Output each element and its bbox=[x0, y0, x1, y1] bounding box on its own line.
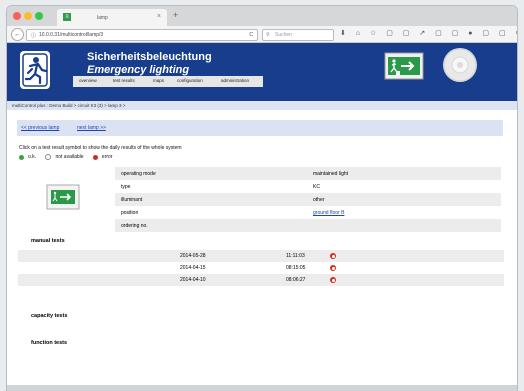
property-label: ordering no. bbox=[121, 223, 148, 229]
property-label: illuminant bbox=[121, 197, 143, 203]
legend-not-available-label: not available bbox=[55, 154, 84, 161]
property-value: maintained light bbox=[313, 171, 349, 177]
capacity-tests-heading: capacity tests bbox=[31, 313, 68, 319]
property-row: ordering no. bbox=[115, 219, 501, 232]
test-date: 2014-04-15 bbox=[180, 265, 206, 271]
page-subtitle: Emergency lighting bbox=[87, 64, 190, 76]
reload-button[interactable]: C bbox=[249, 32, 253, 38]
main-menu: overview test results maps configuration… bbox=[73, 76, 263, 87]
property-row: position ground floor B bbox=[115, 206, 501, 219]
table-row: 2014-05-28 11:11:03 bbox=[18, 250, 504, 262]
search-input[interactable]: ⚲ Suchen bbox=[262, 29, 334, 41]
search-placeholder: Suchen bbox=[275, 32, 292, 38]
legend-error: error bbox=[92, 154, 117, 161]
menu-item-overview[interactable]: overview bbox=[79, 78, 97, 83]
tab-close-icon[interactable]: × bbox=[157, 13, 161, 20]
property-label: position bbox=[121, 210, 139, 216]
tab-title: lamp bbox=[97, 15, 108, 21]
site-favicon-icon: ≡ bbox=[63, 13, 71, 21]
test-time: 08:15:05 bbox=[286, 265, 306, 271]
window-bottom-edge bbox=[7, 385, 517, 391]
property-row: type KC bbox=[115, 180, 501, 193]
info-icon: ⓘ bbox=[31, 33, 37, 39]
emergency-exit-logo-icon bbox=[20, 51, 50, 89]
property-row: operating mode maintained light bbox=[115, 167, 501, 180]
menu-item-administration[interactable]: administration bbox=[221, 78, 249, 83]
position-link[interactable]: ground floor B bbox=[313, 210, 344, 216]
ok-icon bbox=[19, 154, 24, 160]
lamp-properties-table: operating mode maintained light type KC … bbox=[115, 167, 501, 232]
menu-item-maps[interactable]: maps bbox=[153, 78, 164, 83]
tab-strip: ≡ lamp × + bbox=[7, 6, 517, 26]
instruction-text: Click on a test result symbol to show th… bbox=[19, 145, 182, 151]
legend-not-available: not available bbox=[45, 154, 88, 160]
url-field[interactable]: ⓘ 10.0.0.31/multicontrol/lamp/3 C bbox=[26, 29, 258, 41]
function-tests-heading: function tests bbox=[31, 340, 68, 346]
exit-sign-lamp-icon bbox=[384, 52, 424, 80]
property-value: KC bbox=[313, 184, 320, 190]
menu-item-configuration[interactable]: configuration bbox=[177, 78, 203, 83]
legend-error-label: error bbox=[101, 154, 113, 161]
new-tab-button[interactable]: + bbox=[173, 10, 178, 20]
next-lamp-link[interactable]: next lamp >> bbox=[77, 125, 106, 131]
table-row: 2014-04-15 08:15:05 bbox=[18, 262, 504, 274]
error-result-icon[interactable] bbox=[330, 265, 336, 271]
back-button[interactable]: ← bbox=[11, 28, 24, 41]
toolbar-icons[interactable]: ⬇ ⌂ ☆ ▢ ▢ ↗ ▢ ▢ ● ▢ ▢ ≡ bbox=[340, 29, 517, 37]
error-result-icon[interactable] bbox=[330, 253, 336, 259]
property-row: illuminant other bbox=[115, 193, 501, 206]
close-window-button[interactable] bbox=[13, 12, 21, 20]
lamp-thumbnail-icon bbox=[46, 184, 80, 210]
error-icon bbox=[92, 154, 98, 160]
test-date: 2014-05-28 bbox=[180, 253, 206, 259]
page-title: Sicherheitsbeleuchtung bbox=[87, 51, 212, 63]
browser-tab[interactable]: ≡ lamp × bbox=[57, 9, 167, 26]
table-row: 2014-04-10 08:06:27 bbox=[18, 274, 504, 286]
property-value: other bbox=[313, 197, 325, 203]
manual-tests-table: 2014-05-28 11:11:03 2014-04-15 08:15:05 … bbox=[18, 250, 504, 286]
lamp-navigation: << previous lamp next lamp >> bbox=[17, 120, 503, 136]
app-header: Sicherheitsbeleuchtung Emergency lightin… bbox=[7, 43, 517, 101]
legend: o.k. not available error bbox=[19, 154, 120, 160]
legend-ok: o.k. bbox=[19, 154, 41, 160]
zoom-window-button[interactable] bbox=[35, 12, 43, 20]
navigation-bar: ← ⓘ 10.0.0.31/multicontrol/lamp/3 C ⚲ Su… bbox=[7, 26, 517, 43]
manual-tests-heading: manual tests bbox=[31, 238, 65, 244]
test-date: 2014-04-10 bbox=[180, 277, 206, 283]
property-label: operating mode bbox=[121, 171, 156, 177]
legend-ok-label: o.k. bbox=[28, 154, 37, 161]
minimize-window-button[interactable] bbox=[24, 12, 32, 20]
browser-window: ≡ lamp × + ← ⓘ 10.0.0.31/multicontrol/la… bbox=[7, 6, 517, 391]
test-time: 11:11:03 bbox=[286, 253, 305, 259]
test-time: 08:06:27 bbox=[286, 277, 306, 283]
not-available-icon bbox=[45, 154, 52, 160]
url-text: 10.0.0.31/multicontrol/lamp/3 bbox=[39, 32, 104, 38]
previous-lamp-link[interactable]: << previous lamp bbox=[21, 125, 59, 131]
error-result-icon[interactable] bbox=[330, 277, 336, 283]
menu-item-test-results[interactable]: test results bbox=[113, 78, 135, 83]
breadcrumb: multiControl plus : Demo Build > circuit… bbox=[7, 101, 517, 110]
ceiling-lamp-icon bbox=[443, 48, 477, 82]
property-label: type bbox=[121, 184, 131, 190]
search-icon: ⚲ bbox=[266, 32, 270, 38]
